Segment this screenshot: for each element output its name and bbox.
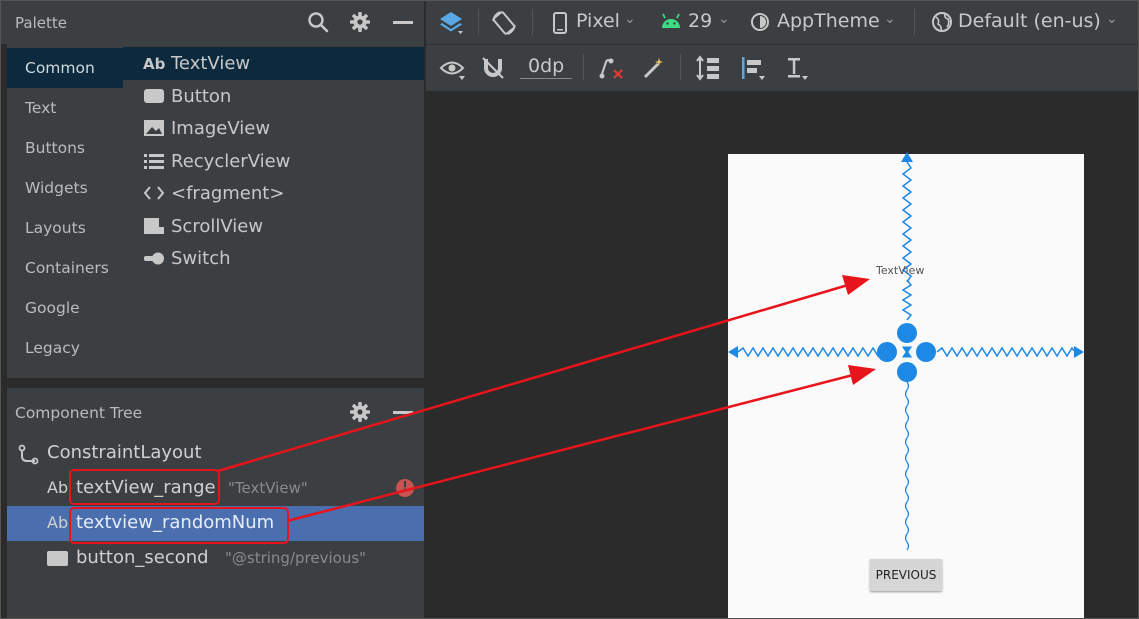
chevron-down-icon[interactable]: ⌄ [884, 11, 896, 27]
palette-widget-textview[interactable]: Ab TextView [123, 47, 424, 80]
button-icon [47, 551, 68, 566]
list-icon [143, 152, 165, 172]
palette-widget-scrollview[interactable]: ScrollView [123, 210, 424, 243]
palette-widget-button[interactable]: Button [123, 80, 424, 113]
locale-selector[interactable]: Default (en-us) [958, 10, 1101, 32]
preview-previous-button[interactable]: PREVIOUS [870, 559, 942, 591]
chevron-down-icon[interactable]: ⌄ [1106, 11, 1118, 27]
palette-category-layouts[interactable]: Layouts [7, 208, 123, 248]
switch-icon [143, 249, 165, 269]
preview-textview[interactable]: TextView [876, 264, 924, 277]
design-toolbar: Pixel ⌄ 29 ⌄ AppTheme ⌄ Default (en-us) … [426, 0, 1139, 45]
rotate-orientation-icon[interactable] [490, 9, 518, 37]
widget-label: <fragment> [171, 183, 285, 204]
palette-widget-fragment[interactable]: <fragment> [123, 177, 424, 210]
palette-category-containers[interactable]: Containers [7, 248, 123, 288]
palette-category-buttons[interactable]: Buttons [7, 128, 123, 168]
layers-icon[interactable] [438, 9, 466, 37]
constraint-toolbar: 0dp [426, 45, 1139, 91]
widget-label: RecyclerView [171, 150, 291, 172]
guidelines-icon[interactable] [784, 55, 812, 81]
toolbar-separator [914, 9, 915, 35]
autoconnect-magnet-icon[interactable] [481, 56, 505, 80]
scrollview-icon [143, 217, 165, 237]
tree-item-hint: "TextView" [228, 479, 308, 497]
tree-row-constraintlayout[interactable]: ConstraintLayout [7, 436, 424, 471]
text-ab-icon: Ab [143, 55, 166, 73]
tree-minimize-icon[interactable] [391, 400, 415, 424]
widget-label: ImageView [171, 118, 271, 139]
view-options-icon[interactable] [439, 57, 467, 81]
palette-widget-switch[interactable]: Switch [123, 242, 424, 275]
theme-icon [751, 13, 769, 31]
button-icon [143, 87, 165, 107]
toolbar-separator [583, 54, 584, 80]
error-icon[interactable]: ! [396, 479, 414, 497]
palette-widget-list: Ab TextView Button ImageView RecyclerView <fr… [123, 44, 424, 378]
code-brackets-icon [143, 184, 165, 204]
palette-widget-recyclerview[interactable]: RecyclerView [123, 145, 424, 178]
palette-category-google[interactable]: Google [7, 288, 123, 328]
panel-divider[interactable] [7, 378, 424, 388]
toolbar-separator [680, 54, 681, 80]
align-icon[interactable] [739, 55, 767, 81]
minimize-icon[interactable] [391, 10, 415, 34]
api-level-selector[interactable]: 29 [688, 10, 712, 32]
palette-category-legacy[interactable]: Legacy [7, 328, 123, 368]
palette-category-text[interactable]: Text [7, 88, 123, 128]
widget-label: ScrollView [171, 215, 264, 237]
device-selector[interactable]: Pixel [576, 10, 620, 32]
tree-row-button_second[interactable]: button_second "@string/previous" [7, 541, 424, 576]
textview-ab-icon: Ab [47, 513, 69, 532]
palette-category-list: Common Text Buttons Widgets Layouts Container… [7, 44, 123, 378]
phone-icon [553, 12, 567, 34]
annotation-box-textview-range [69, 469, 220, 505]
tree-item-hint: "@string/previous" [225, 549, 367, 567]
toolbar-separator [478, 9, 479, 35]
device-preview[interactable] [728, 154, 1084, 619]
tree-item-label: ConstraintLayout [47, 442, 202, 463]
search-icon[interactable] [306, 10, 330, 34]
annotation-box-textview-randomnum [69, 507, 289, 544]
magic-wand-icon[interactable] [642, 56, 666, 80]
chevron-down-icon[interactable]: ⌄ [624, 11, 636, 27]
textview-ab-icon: Ab [47, 478, 69, 497]
default-margin-selector[interactable]: 0dp [520, 55, 573, 79]
globe-icon [932, 12, 952, 32]
constraint-layout-icon [18, 444, 39, 465]
tree-gear-icon[interactable] [348, 400, 372, 424]
widget-label: TextView [171, 53, 251, 74]
android-icon [662, 13, 680, 28]
palette-widget-imageview[interactable]: ImageView [123, 112, 424, 145]
gear-icon[interactable] [348, 10, 372, 34]
palette-title: Palette [15, 14, 67, 32]
clear-constraints-icon[interactable] [598, 56, 624, 80]
theme-selector[interactable]: AppTheme [777, 10, 880, 32]
tree-item-label: button_second [76, 547, 209, 568]
palette-category-widgets[interactable]: Widgets [7, 168, 123, 208]
palette-category-common[interactable]: Common [7, 48, 123, 88]
widget-label: Switch [171, 248, 231, 269]
image-icon [143, 119, 165, 139]
component-tree-title: Component Tree [15, 404, 143, 422]
pack-vertical-icon[interactable] [696, 55, 722, 81]
chevron-down-icon[interactable]: ⌄ [718, 11, 730, 27]
toolbar-separator [532, 9, 533, 35]
widget-label: Button [171, 85, 232, 107]
